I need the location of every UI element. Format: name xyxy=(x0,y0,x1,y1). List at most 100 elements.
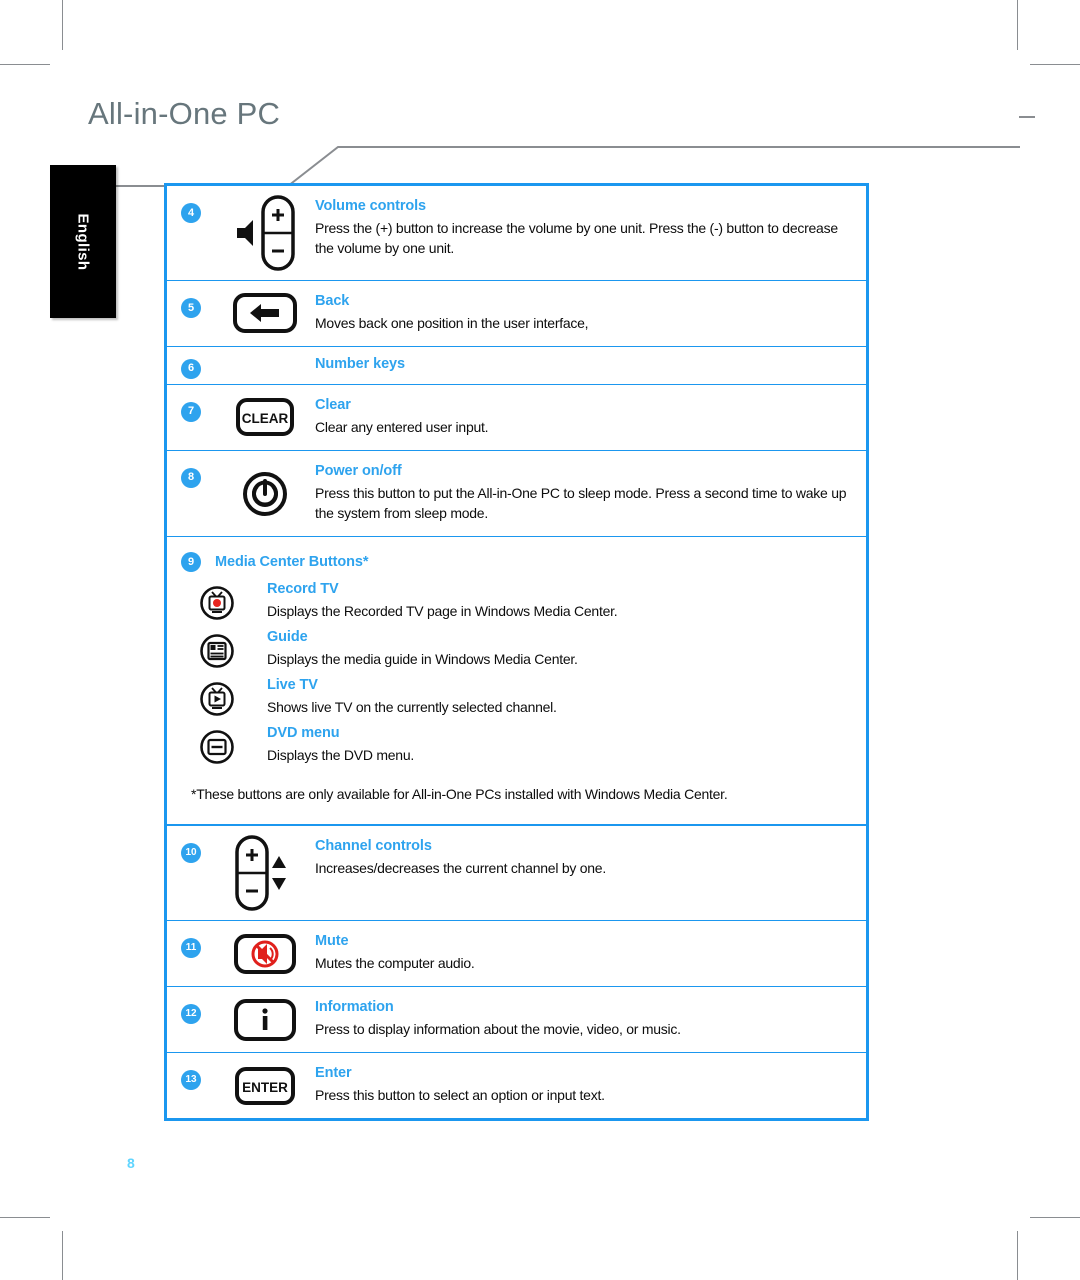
row-text-cell: Back Moves back one position in the user… xyxy=(315,281,866,346)
table-row: 12 Information Press to display informat… xyxy=(167,987,866,1054)
media-center-item: DVD menu Displays the DVD menu. xyxy=(167,720,866,768)
row-number-badge: 6 xyxy=(181,358,201,379)
feature-description: Increases/decreases the current channel … xyxy=(315,859,606,876)
feature-title: Channel controls xyxy=(315,838,432,855)
media-center-item-text: Guide Displays the media guide in Window… xyxy=(267,629,866,669)
information-key-icon xyxy=(215,987,315,1052)
row-text-cell: Mute Mutes the computer audio. xyxy=(315,921,866,986)
clear-key-icon: CLEAR xyxy=(215,385,315,450)
row-number-badge: 13 xyxy=(181,1070,201,1091)
row-number-cell: 6 xyxy=(167,347,215,384)
row-text-cell: Information Press to display information… xyxy=(315,987,866,1052)
row-text-cell: Clear Clear any entered user input. xyxy=(315,385,866,450)
live-tv-icon xyxy=(167,677,267,717)
row-number-cell: 12 xyxy=(167,987,215,1052)
media-center-item: Guide Displays the media guide in Window… xyxy=(167,624,866,672)
volume-rocker-icon xyxy=(215,186,315,280)
feature-description: Press to display information about the m… xyxy=(315,1020,681,1037)
table-row: 7 CLEAR Clear Clear any entered user inp… xyxy=(167,385,866,451)
feature-title: Enter xyxy=(315,1065,352,1082)
svg-text:CLEAR: CLEAR xyxy=(242,411,289,426)
feature-title: Record TV xyxy=(267,581,339,598)
crop-mark-top-right-vertical xyxy=(1017,0,1018,50)
row-text-cell: Channel controls Increases/decreases the… xyxy=(315,826,866,920)
enter-key-icon: ENTER xyxy=(215,1053,315,1118)
crop-mark-bottom-right-vertical xyxy=(1017,1231,1018,1280)
feature-description: Press this button to select an option or… xyxy=(315,1086,605,1103)
empty-icon-cell xyxy=(215,347,315,384)
media-center-heading-row: 9 Media Center Buttons* xyxy=(167,537,866,576)
row-number-cell: 5 xyxy=(167,281,215,346)
row-number-cell: 4 xyxy=(167,186,215,280)
row-number-cell: 8 xyxy=(167,451,215,536)
table-row: 5 Back Moves back one position in the us… xyxy=(167,281,866,347)
table-row: 10 Channel controls Increases/decreases … xyxy=(167,825,866,922)
feature-title: DVD menu xyxy=(267,725,340,742)
media-center-item-text: Record TV Displays the Recorded TV page … xyxy=(267,581,866,621)
media-center-item-text: Live TV Shows live TV on the currently s… xyxy=(267,677,866,717)
row-number-badge: 12 xyxy=(181,1004,201,1025)
row-number-badge: 8 xyxy=(181,467,201,488)
feature-description: Displays the media guide in Windows Medi… xyxy=(267,650,578,667)
crop-mark-top-right-horizontal xyxy=(1030,64,1080,65)
crop-mark-bottom-left-horizontal xyxy=(0,1217,50,1218)
feature-description: Displays the DVD menu. xyxy=(267,746,415,763)
media-center-item-text: DVD menu Displays the DVD menu. xyxy=(267,725,866,765)
row-number-cell: 7 xyxy=(167,385,215,450)
media-center-heading: Media Center Buttons* xyxy=(215,554,369,571)
feature-description: Press the (+) button to increase the vol… xyxy=(315,219,838,256)
svg-text:ENTER: ENTER xyxy=(242,1080,288,1095)
crop-mark-bottom-left-vertical xyxy=(62,1231,63,1280)
back-arrow-key-icon xyxy=(215,281,315,346)
page-title: All-in-One PC xyxy=(88,96,281,131)
row-number-badge: 5 xyxy=(181,298,201,318)
page-header: All-in-One PC xyxy=(0,96,1080,187)
guide-icon xyxy=(167,629,267,669)
feature-title: Live TV xyxy=(267,677,318,694)
feature-description: Press this button to put the All-in-One … xyxy=(315,484,847,521)
table-row: 6 Number keys xyxy=(167,347,866,385)
feature-title: Volume controls xyxy=(315,198,427,214)
power-button-icon xyxy=(215,451,315,536)
row-text-cell: Enter Press this button to select an opt… xyxy=(315,1053,866,1118)
record-tv-icon xyxy=(167,581,267,621)
dvd-menu-icon xyxy=(167,725,267,765)
feature-title: Mute xyxy=(315,933,349,950)
table-row: 13 ENTER Enter Press this button to sele… xyxy=(167,1053,866,1118)
table-row: 4 Volume controls Press the (+) button t… xyxy=(167,186,866,281)
language-tab: English xyxy=(50,165,116,318)
mute-key-icon xyxy=(215,921,315,986)
table-row: 11 Mute Mutes the computer audio. xyxy=(167,921,866,988)
feature-title: Back xyxy=(315,293,350,309)
feature-description: Moves back one position in the user inte… xyxy=(315,314,589,331)
feature-title: Clear xyxy=(315,396,351,413)
feature-title: Guide xyxy=(267,629,308,646)
row-number-badge: 11 xyxy=(181,938,201,959)
feature-description: Shows live TV on the currently selected … xyxy=(267,698,557,715)
row-number-badge: 10 xyxy=(181,843,201,864)
row-text-cell: Number keys xyxy=(315,347,866,384)
page-number: 8 xyxy=(127,1155,135,1171)
row-number-cell: 11 xyxy=(167,921,215,986)
media-center-section: 9 Media Center Buttons* Record TV Displa… xyxy=(167,537,866,826)
feature-title: Number keys xyxy=(315,355,405,372)
channel-rocker-icon xyxy=(215,826,315,920)
row-number-cell: 13 xyxy=(167,1053,215,1118)
crop-mark-top-left-vertical xyxy=(62,0,63,50)
remote-control-legend-table: 4 Volume controls Press the (+) button t… xyxy=(164,183,869,1122)
row-number-badge: 9 xyxy=(181,552,201,573)
crop-mark-bottom-right-horizontal xyxy=(1030,1217,1080,1218)
row-text-cell: Volume controls Press the (+) button to … xyxy=(315,186,866,280)
feature-title: Information xyxy=(315,999,394,1016)
media-center-item: Live TV Shows live TV on the currently s… xyxy=(167,672,866,720)
table-row: 8 Power on/off Press this button to put … xyxy=(167,451,866,538)
feature-description: Displays the Recorded TV page in Windows… xyxy=(267,602,618,619)
media-center-item: Record TV Displays the Recorded TV page … xyxy=(167,576,866,624)
media-center-footnote: *These buttons are only available for Al… xyxy=(191,786,728,803)
feature-title: Power on/off xyxy=(315,462,402,479)
feature-description: Mutes the computer audio. xyxy=(315,954,475,971)
crop-mark-top-left-horizontal xyxy=(0,64,50,65)
row-number-badge: 7 xyxy=(181,401,201,422)
row-text-cell: Power on/off Press this button to put th… xyxy=(315,451,866,536)
header-rule-decoration xyxy=(55,146,1020,187)
